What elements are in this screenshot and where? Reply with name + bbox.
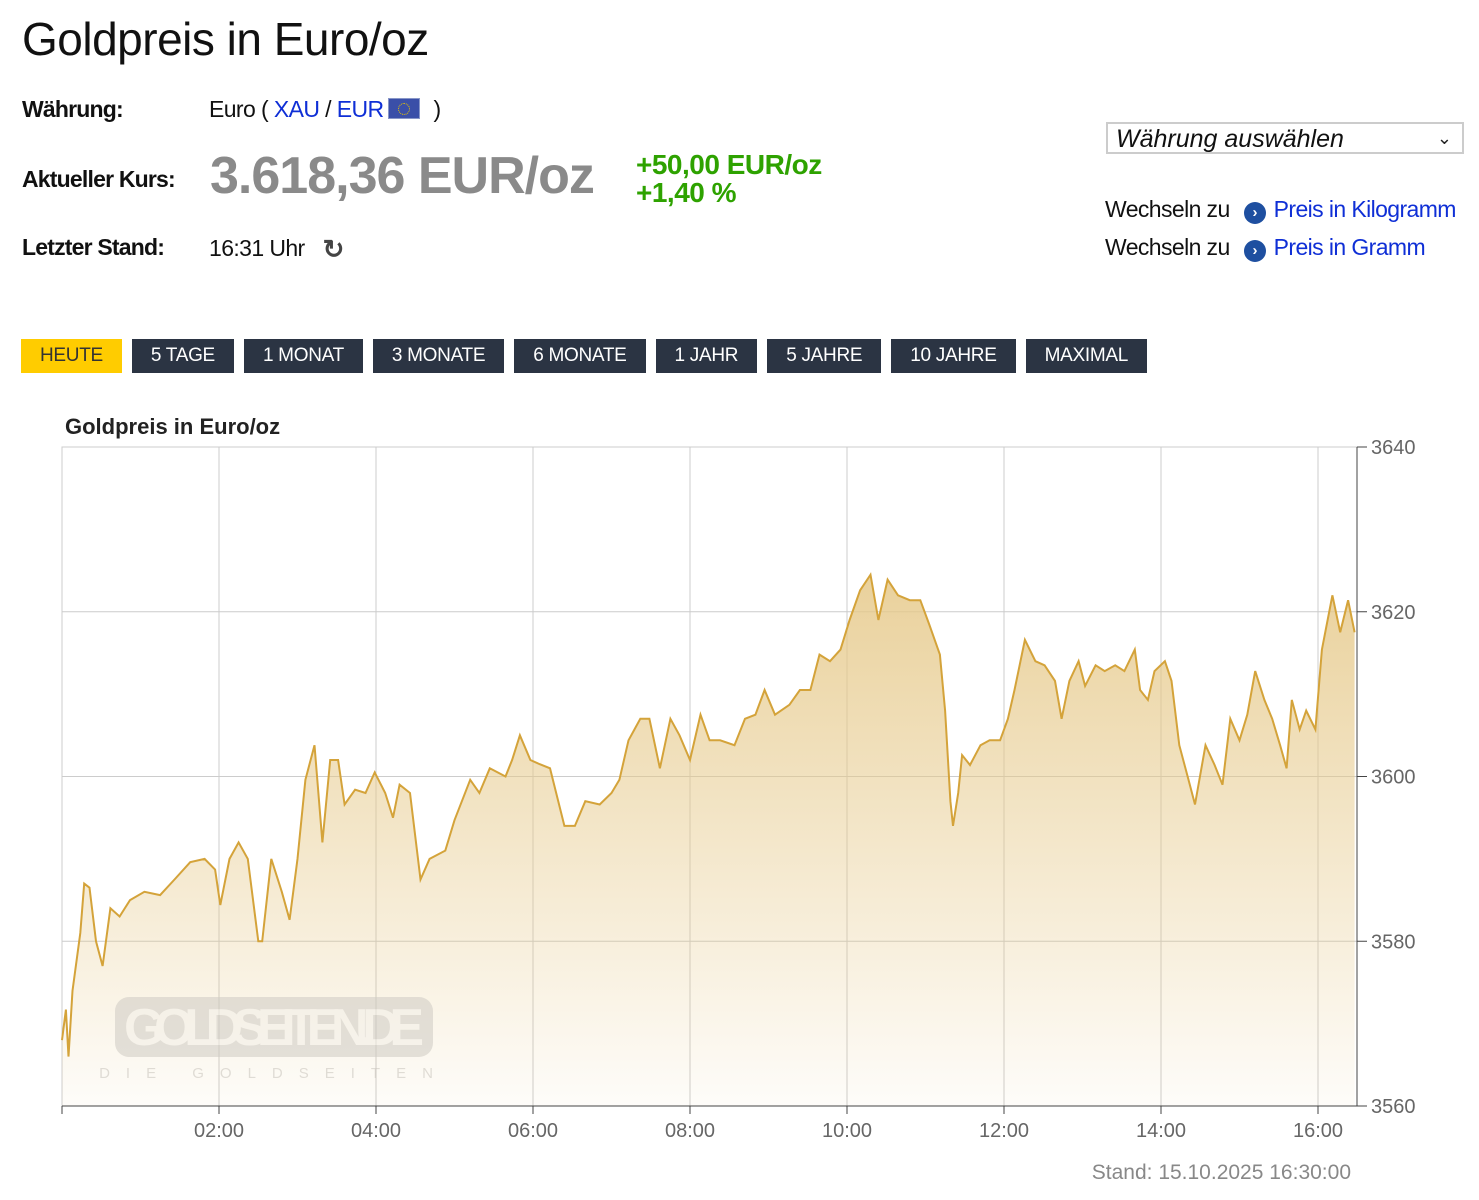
price-label: Aktueller Kurs: xyxy=(22,166,176,192)
currency-select-value: Währung auswählen xyxy=(1116,125,1344,153)
last-update: 16:31 Uhr ↻ xyxy=(209,234,344,265)
chart-title: Goldpreis in Euro/oz xyxy=(65,414,280,439)
switch-row-kilogram: Wechseln zu › Preis in Kilogramm xyxy=(1105,196,1456,224)
x-tick-label: 10:00 xyxy=(822,1120,872,1142)
tab-6-monate[interactable]: 6 MONATE xyxy=(514,339,646,373)
chart-footer: Stand: 15.10.2025 16:30:00 xyxy=(1092,1161,1351,1184)
x-tick-label: 16:00 xyxy=(1293,1120,1343,1142)
slash: / xyxy=(325,96,331,122)
current-price: 3.618,36 EUR/oz xyxy=(210,147,595,205)
switch-row-gram: Wechseln zu › Preis in Gramm xyxy=(1105,234,1426,262)
range-tabs: HEUTE 5 TAGE 1 MONAT 3 MONATE 6 MONATE 1… xyxy=(21,339,1147,373)
last-update-label: Letzter Stand: xyxy=(22,234,165,260)
last-update-time: 16:31 Uhr xyxy=(209,235,305,261)
currency-label: Währung: xyxy=(22,96,124,122)
x-tick-label: 02:00 xyxy=(194,1120,244,1142)
price-chart: Goldpreis in Euro/oz GOLDSEITEN.DE DIE G… xyxy=(61,414,1416,1184)
tab-heute[interactable]: HEUTE xyxy=(21,339,122,373)
y-tick-label: 3620 xyxy=(1371,602,1416,624)
chevron-down-icon: ⌄ xyxy=(1436,128,1452,148)
gram-link[interactable]: Preis in Gramm xyxy=(1274,234,1426,260)
eur-link[interactable]: EUR xyxy=(337,96,384,122)
tab-5-tage[interactable]: 5 TAGE xyxy=(131,339,234,373)
watermark-text: GOLDSEITEN.DE xyxy=(124,999,424,1057)
switch-prefix: Wechseln zu xyxy=(1105,234,1230,260)
currency-value: Euro ( XAU / EUR) xyxy=(209,96,441,123)
y-tick-label: 3600 xyxy=(1371,767,1416,789)
x-tick-label: 08:00 xyxy=(665,1120,715,1142)
y-tick-label: 3560 xyxy=(1371,1096,1416,1118)
y-tick-label: 3580 xyxy=(1371,931,1416,953)
currency-prefix: Euro ( xyxy=(209,96,269,122)
tab-10-jahre[interactable]: 10 JAHRE xyxy=(891,339,1016,373)
tab-3-monate[interactable]: 3 MONATE xyxy=(372,339,505,373)
x-tick-label: 14:00 xyxy=(1136,1120,1186,1142)
tab-maximal[interactable]: MAXIMAL xyxy=(1025,339,1147,373)
currency-select[interactable]: Währung auswählen ⌄ xyxy=(1106,122,1464,154)
currency-suffix: ) xyxy=(433,96,442,122)
page-title: Goldpreis in Euro/oz xyxy=(22,13,429,65)
chevron-right-circle-icon: › xyxy=(1243,240,1266,262)
tab-1-jahr[interactable]: 1 JAHR xyxy=(655,339,758,373)
chevron-right-circle-icon: › xyxy=(1243,202,1266,224)
x-tick-label: 04:00 xyxy=(351,1120,401,1142)
refresh-icon[interactable]: ↻ xyxy=(323,234,345,265)
watermark: GOLDSEITEN.DE DIE GOLDSEITEN xyxy=(99,997,449,1082)
switch-prefix: Wechseln zu xyxy=(1105,196,1230,222)
change-percent: +1,40 % xyxy=(636,177,737,208)
tab-1-monat[interactable]: 1 MONAT xyxy=(243,339,363,373)
y-tick-label: 3640 xyxy=(1371,437,1416,459)
watermark-subtext: DIE GOLDSEITEN xyxy=(99,1065,449,1082)
xau-link[interactable]: XAU xyxy=(274,96,320,122)
tab-5-jahre[interactable]: 5 JAHRE xyxy=(767,339,882,373)
x-tick-label: 12:00 xyxy=(979,1120,1029,1142)
x-tick-label: 06:00 xyxy=(508,1120,558,1142)
eu-flag-icon xyxy=(387,98,420,119)
kilogram-link[interactable]: Preis in Kilogramm xyxy=(1274,196,1457,222)
